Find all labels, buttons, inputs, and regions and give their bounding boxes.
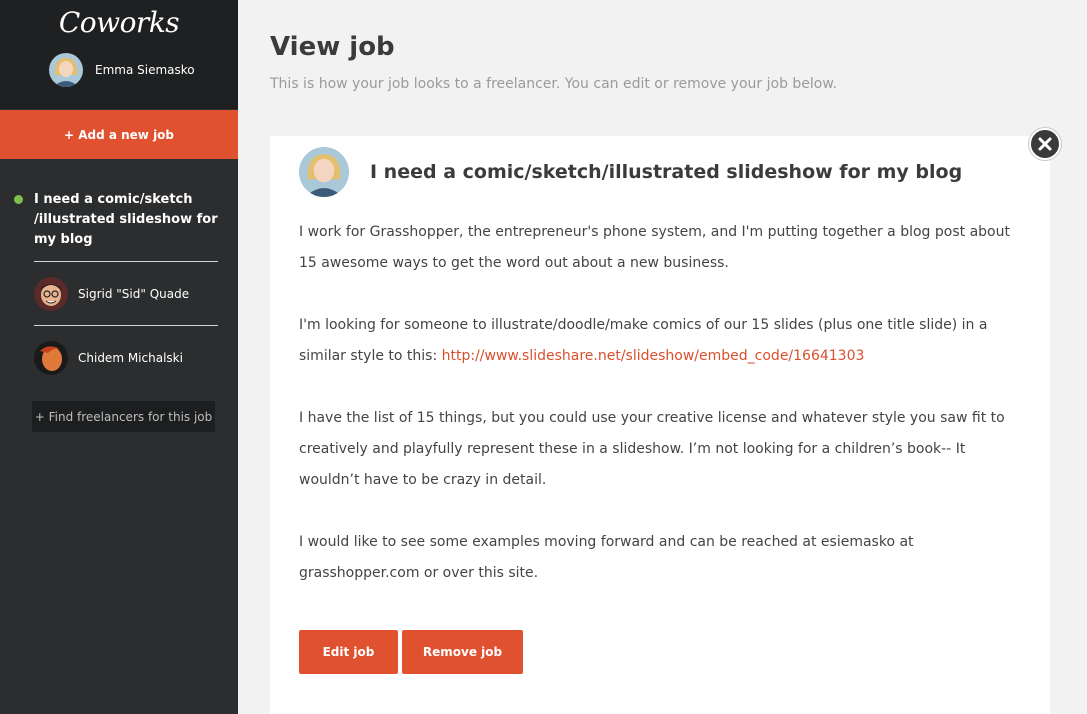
job-owner-avatar <box>299 147 349 197</box>
description-paragraph: I have the list of 15 things, but you co… <box>299 410 1005 488</box>
edit-job-button[interactable]: Edit job <box>299 630 398 674</box>
user-avatar <box>49 53 83 87</box>
current-user[interactable]: Emma Siemasko <box>49 53 195 87</box>
add-new-job-button[interactable]: + Add a new job <box>0 110 238 159</box>
sidebar-job-item[interactable]: I need a comic/sketch /illustrated slide… <box>14 190 218 250</box>
divider <box>34 325 218 326</box>
freelancer-name: Sigrid "Sid" Quade <box>78 287 190 301</box>
user-name: Emma Siemasko <box>95 63 195 77</box>
description-paragraph: I work for Grasshopper, the entrepreneur… <box>299 224 1010 271</box>
sidebar-header: Coworks Emma Siemasko <box>0 0 238 109</box>
job-header: I need a comic/sketch/illustrated slides… <box>299 147 962 197</box>
status-dot-icon <box>14 195 23 204</box>
freelancer-item-chidem[interactable]: Chidem Michalski <box>34 341 183 375</box>
description-paragraph: I'm looking for someone to illustrate/do… <box>299 310 1019 372</box>
freelancer-item-sigrid[interactable]: Sigrid "Sid" Quade <box>34 277 189 311</box>
sidebar-job-title: I need a comic/sketch /illustrated slide… <box>34 192 218 247</box>
divider <box>34 261 218 262</box>
example-link[interactable]: http://www.slideshare.net/slideshow/embe… <box>442 348 865 364</box>
close-button[interactable] <box>1029 128 1061 160</box>
job-title: I need a comic/sketch/illustrated slides… <box>370 161 963 183</box>
remove-job-button[interactable]: Remove job <box>402 630 523 674</box>
brand-logo[interactable]: Coworks <box>0 6 238 39</box>
freelancer-avatar <box>34 277 68 311</box>
close-icon <box>1038 137 1052 151</box>
job-description: I work for Grasshopper, the entrepreneur… <box>299 217 1019 620</box>
job-card: I need a comic/sketch/illustrated slides… <box>270 136 1050 714</box>
sidebar: Coworks Emma Siemasko + Add a new job I … <box>0 0 238 714</box>
find-freelancers-button[interactable]: + Find freelancers for this job <box>32 401 215 432</box>
page-title: View job <box>270 32 395 62</box>
freelancer-name: Chidem Michalski <box>78 351 183 365</box>
freelancer-avatar <box>34 341 68 375</box>
page-subtitle: This is how your job looks to a freelanc… <box>270 76 837 92</box>
description-paragraph: I would like to see some examples moving… <box>299 534 914 581</box>
